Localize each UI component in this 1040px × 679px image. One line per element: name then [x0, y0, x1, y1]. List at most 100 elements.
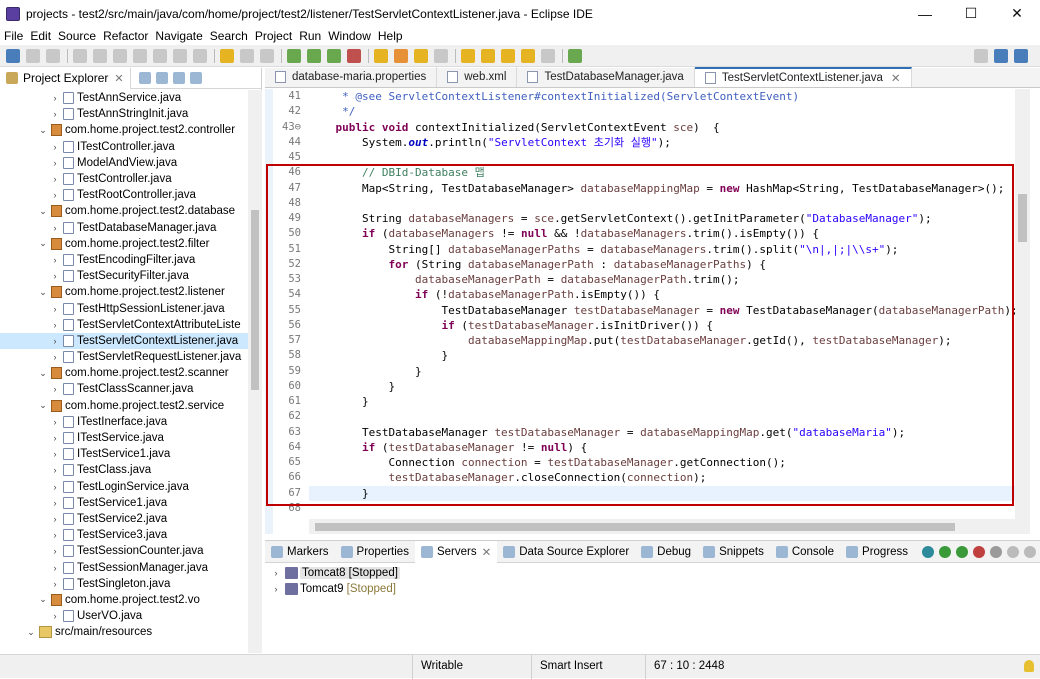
tree-item[interactable]: › TestService1.java — [0, 495, 248, 511]
pin-editor-icon[interactable] — [568, 48, 582, 63]
editor-horizontal-scrollbar[interactable] — [309, 519, 1015, 534]
chevron-right-icon[interactable]: › — [50, 336, 60, 346]
code-line[interactable] — [309, 196, 1015, 211]
explorer-scrollbar[interactable] — [248, 90, 262, 653]
menu-source[interactable]: Source — [58, 29, 96, 43]
chevron-right-icon[interactable]: › — [50, 320, 60, 330]
code-line[interactable]: } — [309, 485, 1015, 501]
tree-item[interactable]: › TestService3.java — [0, 527, 248, 543]
terminate-icon[interactable] — [113, 48, 127, 63]
block-selection-icon[interactable] — [240, 48, 254, 63]
chevron-down-icon[interactable]: ⌄ — [38, 368, 48, 379]
close-button[interactable]: ✕ — [994, 0, 1040, 27]
code-line[interactable]: testDatabaseManager.closeConnection(conn… — [309, 470, 1015, 485]
link-with-editor-icon[interactable] — [155, 72, 168, 84]
code-line[interactable] — [309, 150, 1015, 165]
chevron-right-icon[interactable]: › — [50, 255, 60, 265]
chevron-right-icon[interactable]: › — [271, 584, 281, 594]
code-line[interactable]: } — [309, 379, 1015, 394]
editor-tab[interactable]: web.xml — [437, 67, 518, 87]
code-line[interactable]: } — [309, 348, 1015, 363]
chevron-right-icon[interactable]: › — [50, 271, 60, 281]
chevron-right-icon[interactable]: › — [50, 514, 60, 524]
tree-item[interactable]: › ITestController.java — [0, 139, 248, 155]
tab-progress[interactable]: Progress — [840, 541, 914, 563]
code-line[interactable] — [309, 501, 1015, 516]
chevron-right-icon[interactable]: › — [50, 384, 60, 394]
code-line[interactable]: for (String databaseManagerPath : databa… — [309, 257, 1015, 272]
chevron-right-icon[interactable]: › — [50, 352, 60, 362]
server-row[interactable]: › Tomcat8 [Stopped] — [265, 565, 1040, 581]
chevron-right-icon[interactable]: › — [50, 93, 60, 103]
tab-data-source-explorer[interactable]: Data Source Explorer — [497, 541, 635, 563]
tree-item[interactable]: › TestSecurityFilter.java — [0, 268, 248, 284]
start-server-icon[interactable] — [939, 545, 951, 558]
highlight-icon[interactable] — [220, 48, 234, 63]
chevron-down-icon[interactable]: ⌄ — [38, 287, 48, 298]
open-perspective-icon[interactable] — [994, 49, 1008, 63]
tree-item[interactable]: › TestRootController.java — [0, 187, 248, 203]
editor-tab[interactable]: TestDatabaseManager.java — [517, 67, 695, 87]
tree-item[interactable]: › TestServletRequestListener.java — [0, 349, 248, 365]
code-line[interactable]: // DBId-Database 맵 — [309, 165, 1015, 180]
tree-item[interactable]: › ITestInerface.java — [0, 414, 248, 430]
tree-item[interactable]: ⌄ com.home.project.test2.controller — [0, 122, 248, 138]
minimize-button[interactable]: — — [902, 0, 948, 27]
tree-item[interactable]: › TestSessionCounter.java — [0, 543, 248, 559]
new-icon[interactable] — [6, 48, 20, 63]
tree-item[interactable]: › TestServletContextAttributeListe — [0, 317, 248, 333]
chevron-right-icon[interactable]: › — [50, 190, 60, 200]
tree-item[interactable]: › TestDatabaseManager.java — [0, 220, 248, 236]
suspend-icon[interactable] — [93, 48, 107, 63]
menu-file[interactable]: File — [4, 29, 23, 43]
tree-item[interactable]: › TestClassScanner.java — [0, 381, 248, 397]
tree-item[interactable]: ⌄ com.home.project.test2.database — [0, 203, 248, 219]
chevron-right-icon[interactable]: › — [50, 174, 60, 184]
tree-item[interactable]: ⌄ com.home.project.test2.scanner — [0, 365, 248, 381]
debug-server-icon[interactable] — [922, 545, 934, 558]
tab-console[interactable]: Console — [770, 541, 840, 563]
code-line[interactable]: databaseManagerPath = databaseManagerPat… — [309, 272, 1015, 287]
tree-item[interactable]: › TestClass.java — [0, 462, 248, 478]
editor-tab[interactable]: database-maria.properties — [265, 67, 438, 87]
close-icon[interactable]: ✕ — [891, 71, 901, 85]
code-line[interactable]: String[] databaseManagerPaths = database… — [309, 242, 1015, 257]
save-icon[interactable] — [26, 48, 40, 63]
chevron-right-icon[interactable]: › — [50, 109, 60, 119]
chevron-down-icon[interactable]: ⌄ — [38, 206, 48, 217]
next-annotation-icon[interactable] — [461, 48, 475, 63]
close-icon[interactable]: ✕ — [114, 72, 123, 85]
new-package-icon[interactable] — [374, 48, 388, 63]
tab-servers[interactable]: Servers ✕ — [414, 540, 498, 563]
chevron-right-icon[interactable]: › — [50, 158, 60, 168]
code-line[interactable]: TestDatabaseManager testDatabaseManager … — [309, 425, 1015, 440]
tree-item[interactable]: › ITestService1.java — [0, 446, 248, 462]
menu-refactor[interactable]: Refactor — [103, 29, 148, 43]
menu-project[interactable]: Project — [255, 29, 292, 43]
chevron-right-icon[interactable]: › — [50, 611, 60, 621]
chevron-right-icon[interactable]: › — [50, 546, 60, 556]
tree-item[interactable]: › ITestService.java — [0, 430, 248, 446]
code-line[interactable]: if (!databaseManagerPath.isEmpty()) { — [309, 287, 1015, 302]
code-line[interactable]: * @see ServletContextListener#contextIni… — [309, 89, 1015, 104]
chevron-down-icon[interactable]: ⌄ — [38, 238, 48, 249]
java-perspective-icon[interactable] — [1014, 49, 1028, 63]
code-line[interactable]: Connection connection = testDatabaseMana… — [309, 455, 1015, 470]
search-tool-icon[interactable] — [434, 48, 448, 63]
menu-edit[interactable]: Edit — [30, 29, 51, 43]
tree-item[interactable]: › TestAnnStringInit.java — [0, 106, 248, 122]
code-line[interactable]: } — [309, 364, 1015, 379]
search-icon[interactable] — [974, 49, 988, 63]
chevron-right-icon[interactable]: › — [50, 449, 60, 459]
code-line[interactable]: String databaseManagers = sce.getServlet… — [309, 211, 1015, 226]
code-line[interactable] — [309, 409, 1015, 424]
code-line[interactable]: if (testDatabaseManager.isInitDriver()) … — [309, 318, 1015, 333]
step-return-icon[interactable] — [193, 48, 207, 63]
maximize-icon[interactable] — [1024, 545, 1036, 558]
chevron-right-icon[interactable]: › — [50, 417, 60, 427]
chevron-right-icon[interactable]: › — [50, 142, 60, 152]
menu-help[interactable]: Help — [378, 29, 403, 43]
tree-item[interactable]: › TestSingleton.java — [0, 576, 248, 592]
chevron-right-icon[interactable]: › — [50, 465, 60, 475]
stop-server-icon[interactable] — [973, 545, 985, 558]
